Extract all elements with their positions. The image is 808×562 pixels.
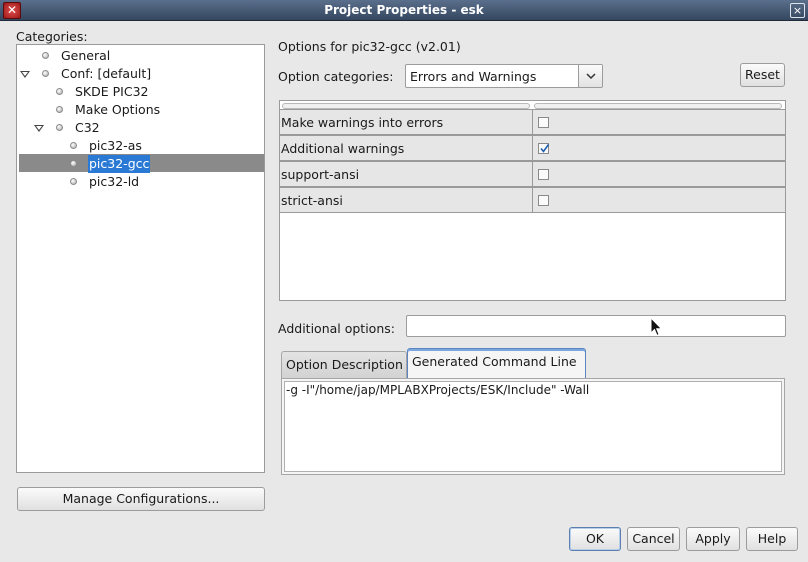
node-icon bbox=[70, 178, 77, 185]
table-row[interactable]: strict-ansi bbox=[280, 187, 785, 213]
node-icon bbox=[56, 88, 63, 95]
tree-item-general[interactable]: General bbox=[17, 47, 264, 65]
tree-item-c32[interactable]: C32 bbox=[17, 119, 264, 137]
options-header: Options for pic32-gcc (v2.01) bbox=[278, 39, 461, 54]
node-icon bbox=[56, 124, 63, 131]
check-icon bbox=[540, 144, 550, 153]
tab-generated-command-line[interactable]: Generated Command Line bbox=[407, 348, 586, 379]
tree-item-pic32-gcc[interactable]: pic32-gcc bbox=[17, 155, 264, 173]
table-row[interactable]: support-ansi bbox=[280, 161, 785, 187]
checkbox[interactable] bbox=[538, 117, 549, 128]
expand-triangle-icon[interactable] bbox=[34, 125, 44, 132]
mouse-cursor-icon bbox=[650, 317, 663, 337]
additional-options-label: Additional options: bbox=[278, 321, 395, 336]
table-row[interactable]: Additional warnings bbox=[280, 135, 785, 161]
node-icon bbox=[42, 70, 49, 77]
option-categories-value: Errors and Warnings bbox=[410, 69, 537, 84]
expand-triangle-icon[interactable] bbox=[20, 71, 30, 78]
table-row[interactable]: Make warnings into errors bbox=[280, 109, 785, 135]
node-icon bbox=[70, 160, 77, 167]
tree-item-pic32-ld[interactable]: pic32-ld bbox=[17, 173, 264, 191]
reset-button[interactable]: Reset bbox=[740, 63, 785, 87]
node-icon bbox=[70, 142, 77, 149]
close-icon[interactable]: × bbox=[790, 3, 805, 18]
manage-configurations-button[interactable]: Manage Configurations... bbox=[17, 487, 265, 511]
tree-item-make-options[interactable]: Make Options bbox=[17, 101, 264, 119]
node-icon bbox=[56, 106, 63, 113]
option-categories-select[interactable]: Errors and Warnings bbox=[405, 64, 603, 88]
tree-item-conf-default[interactable]: Conf: [default] bbox=[17, 65, 264, 83]
option-categories-label: Option categories: bbox=[278, 69, 394, 84]
tree-item-skde-pic32[interactable]: SKDE PIC32 bbox=[17, 83, 264, 101]
tab-panel: -g -I"/home/jap/MPLABXProjects/ESK/Inclu… bbox=[281, 378, 785, 475]
tree-item-pic32-as[interactable]: pic32-as bbox=[17, 137, 264, 155]
ok-button[interactable]: OK bbox=[569, 527, 621, 551]
checkbox[interactable] bbox=[538, 195, 549, 206]
checkbox[interactable] bbox=[538, 169, 549, 180]
additional-options-input[interactable] bbox=[406, 315, 786, 337]
categories-tree[interactable]: General Conf: [default] SKDE PIC32 Make … bbox=[16, 44, 265, 473]
apply-button[interactable]: Apply bbox=[686, 527, 740, 551]
help-button[interactable]: Help bbox=[746, 527, 798, 551]
categories-label: Categories: bbox=[16, 29, 88, 44]
node-icon bbox=[42, 52, 49, 59]
title-bar: ✕ Project Properties - esk × bbox=[0, 0, 808, 21]
cancel-button[interactable]: Cancel bbox=[627, 527, 680, 551]
tab-option-description[interactable]: Option Description bbox=[281, 351, 407, 379]
checkbox-checked[interactable] bbox=[538, 143, 550, 154]
command-line-text[interactable]: -g -I"/home/jap/MPLABXProjects/ESK/Inclu… bbox=[284, 381, 782, 472]
options-table[interactable]: Make warnings into errors Additional war… bbox=[279, 100, 786, 301]
window-title: Project Properties - esk bbox=[324, 3, 484, 17]
chevron-down-icon[interactable] bbox=[578, 65, 602, 87]
